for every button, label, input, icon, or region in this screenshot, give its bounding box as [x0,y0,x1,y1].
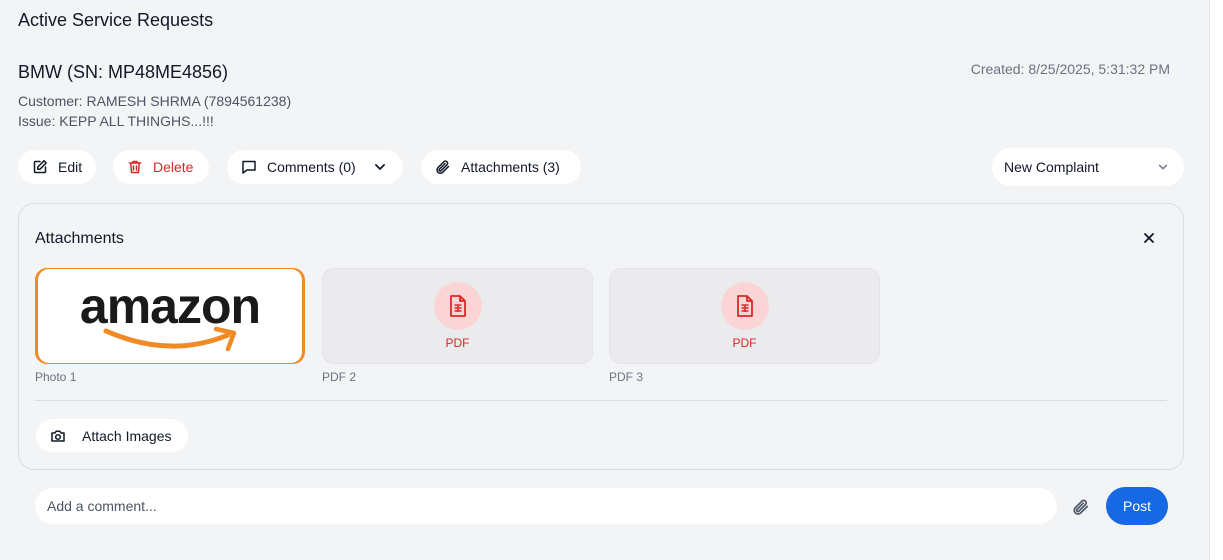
page: Active Service Requests BMW (SN: MP48ME4… [0,0,1209,560]
edit-label: Edit [58,159,83,175]
request-title: BMW (SN: MP48ME4856) [18,62,229,82]
attach-images-label: Attach Images [82,427,172,444]
attachments-toggle-button[interactable]: Attachments (3) [421,150,581,184]
attachment-pdf-thumbnail[interactable]: PDF [322,268,593,364]
attachment-caption: PDF 3 [609,370,644,384]
comment-composer: Post [18,476,1184,542]
attachment-caption: PDF 2 [322,370,357,384]
attachment-caption: Photo 1 [35,370,77,384]
chevron-down-icon [1158,164,1168,170]
pdf-label: PDF [445,336,470,350]
pdf-file-icon [449,295,466,317]
post-button[interactable]: Post [1106,487,1168,525]
delete-label: Delete [153,159,194,175]
delete-button[interactable]: Delete [113,150,209,184]
edit-icon [33,160,47,174]
divider [35,400,1167,401]
attachments-panel: Attachments amazon PDF PDF Photo 1 PDF 2… [18,203,1184,470]
pdf-label: PDF [732,336,757,350]
created-timestamp: Created: 8/25/2025, 5:31:32 PM [970,61,1170,77]
camera-icon [51,429,65,442]
amazon-smile-logo [103,326,237,352]
comment-icon [242,160,256,174]
status-select[interactable]: New Complaint [992,148,1184,186]
paperclip-icon[interactable] [1072,498,1090,516]
pdf-icon-badge [433,282,482,330]
attachments-label: Attachments (3) [461,159,560,175]
attachments-panel-title: Attachments [35,230,124,247]
comment-input[interactable] [35,488,1057,524]
attachment-photo-thumbnail[interactable]: amazon [35,268,305,364]
edit-button[interactable]: Edit [18,150,96,184]
close-icon[interactable] [1141,230,1157,246]
paperclip-icon [436,160,450,174]
comments-label: Comments (0) [267,159,356,175]
pdf-file-icon [736,295,753,317]
chevron-down-icon [374,164,385,170]
pdf-icon-badge [720,282,769,330]
trash-icon [128,160,142,174]
comments-toggle-button[interactable]: Comments (0) [227,150,403,184]
photo-preview: amazon [38,269,302,363]
issue-info: Issue: KEPP ALL THINGHS...!!! [18,113,214,129]
customer-info: Customer: RAMESH SHRMA (7894561238) [18,93,292,109]
status-selected-value: New Complaint [1004,159,1099,175]
attach-images-button[interactable]: Attach Images [36,419,188,452]
page-title: Active Service Requests [18,10,214,30]
scrollbar[interactable] [1209,0,1223,560]
attachment-pdf-thumbnail[interactable]: PDF [609,268,880,364]
